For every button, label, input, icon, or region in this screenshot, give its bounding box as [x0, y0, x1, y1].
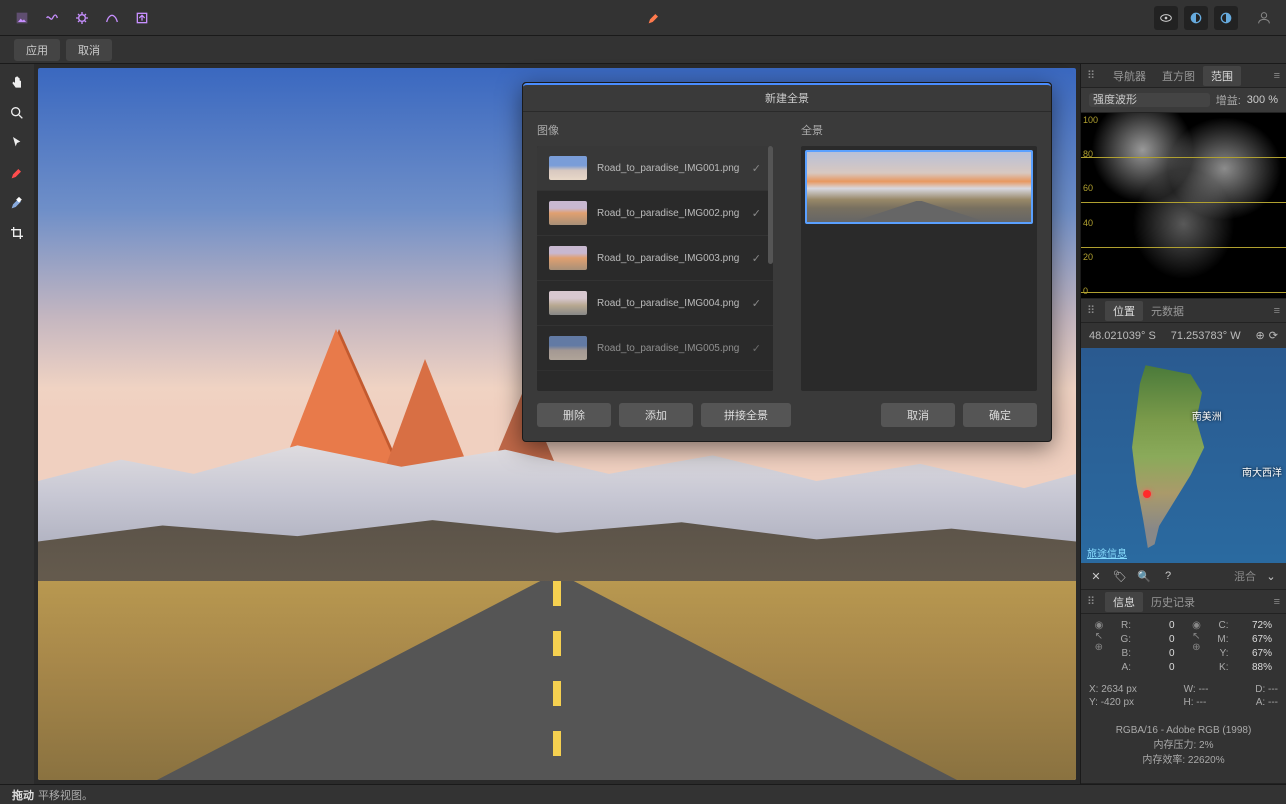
pointer-tool[interactable] — [6, 132, 28, 154]
panel-grip-icon[interactable]: ⠿ — [1087, 304, 1103, 317]
panel-grip-icon[interactable]: ⠿ — [1087, 595, 1103, 608]
status-mode: 拖动 — [12, 787, 34, 803]
delete-button[interactable]: 删除 — [537, 403, 611, 427]
user-icon[interactable] — [1252, 6, 1276, 30]
apply-button[interactable]: 应用 — [14, 39, 60, 61]
list-item[interactable]: Road_to_paradise_IMG004.png✓ — [537, 281, 773, 326]
eraser-tool[interactable] — [6, 192, 28, 214]
map-info-link[interactable]: 旅途信息 — [1081, 542, 1133, 563]
zoom-tool[interactable] — [6, 102, 28, 124]
panel-grip-icon[interactable]: ⠿ — [1087, 69, 1103, 82]
right-panel: ⠿ 导航器 直方图 范围 ≡ 强度波形 增益: 300 % 100 80 60 … — [1080, 64, 1286, 784]
refresh-icon[interactable]: ⟳ — [1269, 329, 1278, 342]
new-panorama-dialog: 新建全景 图像 Road_to_paradise_IMG001.png✓ Roa… — [522, 82, 1052, 442]
rgb-picker-icon[interactable]: ◉↖⊕ — [1089, 620, 1109, 673]
list-item[interactable]: Road_to_paradise_IMG002.png✓ — [537, 191, 773, 236]
cmyk-picker-icon[interactable]: ◉↖⊕ — [1187, 620, 1207, 673]
scrollbar[interactable] — [768, 146, 773, 264]
persona-photo-icon[interactable] — [10, 6, 34, 30]
top-toolbar — [0, 0, 1286, 36]
tab-location[interactable]: 位置 — [1105, 301, 1143, 321]
blend-label: 混合 — [1234, 568, 1256, 584]
latitude-value: 48.021039° S — [1089, 330, 1156, 342]
tab-info[interactable]: 信息 — [1105, 592, 1143, 612]
check-icon: ✓ — [752, 297, 761, 310]
split-before-icon[interactable] — [1184, 6, 1208, 30]
quickmask-icon[interactable] — [1154, 6, 1178, 30]
list-item[interactable]: Road_to_paradise_IMG005.png✓ — [537, 326, 773, 371]
action-bar: 应用 取消 — [0, 36, 1286, 64]
split-after-icon[interactable] — [1214, 6, 1238, 30]
crop-tool[interactable] — [6, 222, 28, 244]
images-heading: 图像 — [537, 122, 773, 138]
waveform-scope: 100 80 60 40 20 0 — [1081, 113, 1286, 298]
map-label-sa: 南美洲 — [1192, 408, 1222, 423]
brush-center-icon[interactable] — [642, 6, 666, 30]
check-icon: ✓ — [752, 252, 761, 265]
map-label-atl: 南大西洋 — [1242, 464, 1282, 479]
locate-icon[interactable]: ⊕ — [1256, 329, 1265, 342]
status-bar: 拖动 平移视图。 — [0, 784, 1286, 804]
panel-menu-icon[interactable]: ≡ — [1274, 596, 1280, 608]
check-icon: ✓ — [752, 342, 761, 355]
location-map[interactable]: 南美洲 南大西洋 旅途信息 — [1081, 348, 1286, 563]
check-icon: ✓ — [752, 162, 761, 175]
tab-navigator[interactable]: 导航器 — [1105, 66, 1154, 86]
tab-metadata[interactable]: 元数据 — [1143, 301, 1192, 321]
dialog-cancel-button[interactable]: 取消 — [881, 403, 955, 427]
status-hint: 平移视图。 — [38, 787, 93, 803]
panel-menu-icon[interactable]: ≡ — [1274, 70, 1280, 82]
add-button[interactable]: 添加 — [619, 403, 693, 427]
develop-icon[interactable] — [70, 6, 94, 30]
close-icon[interactable]: ✕ — [1087, 567, 1105, 585]
tab-history[interactable]: 历史记录 — [1143, 592, 1203, 612]
stitch-button[interactable]: 拼接全景 — [701, 403, 791, 427]
gain-value[interactable]: 300 % — [1247, 94, 1278, 106]
source-image-list[interactable]: Road_to_paradise_IMG001.png✓ Road_to_par… — [537, 146, 773, 391]
scope-mode-select[interactable]: 强度波形 — [1089, 93, 1210, 107]
export-icon[interactable] — [130, 6, 154, 30]
dialog-title: 新建全景 — [523, 83, 1051, 112]
search-icon[interactable]: 🔍 — [1135, 567, 1153, 585]
panorama-preview[interactable] — [805, 150, 1033, 224]
dialog-ok-button[interactable]: 确定 — [963, 403, 1037, 427]
color-profile: RGBA/16 - Adobe RGB (1998) — [1087, 723, 1280, 738]
list-item[interactable]: Road_to_paradise_IMG001.png✓ — [537, 146, 773, 191]
panel-menu-icon[interactable]: ≡ — [1274, 305, 1280, 317]
check-icon: ✓ — [752, 207, 761, 220]
tag-icon[interactable]: 🏷 — [1111, 567, 1129, 585]
panorama-preview-box — [801, 146, 1037, 391]
tool-column — [0, 64, 34, 784]
map-pin-icon — [1143, 490, 1151, 498]
cancel-button[interactable]: 取消 — [66, 39, 112, 61]
help-icon[interactable]: ? — [1159, 567, 1177, 585]
red-brush-tool[interactable] — [6, 162, 28, 184]
longitude-value: 71.253783° W — [1171, 330, 1241, 342]
list-item[interactable]: Road_to_paradise_IMG003.png✓ — [537, 236, 773, 281]
panorama-heading: 全景 — [801, 122, 1037, 138]
hand-tool[interactable] — [6, 72, 28, 94]
blend-dropdown-icon[interactable]: ⌄ — [1262, 567, 1280, 585]
tonemap-icon[interactable] — [100, 6, 124, 30]
tab-histogram[interactable]: 直方图 — [1154, 66, 1203, 86]
gain-label: 增益: — [1216, 92, 1241, 108]
liquify-icon[interactable] — [40, 6, 64, 30]
tab-scope[interactable]: 范围 — [1203, 66, 1241, 86]
